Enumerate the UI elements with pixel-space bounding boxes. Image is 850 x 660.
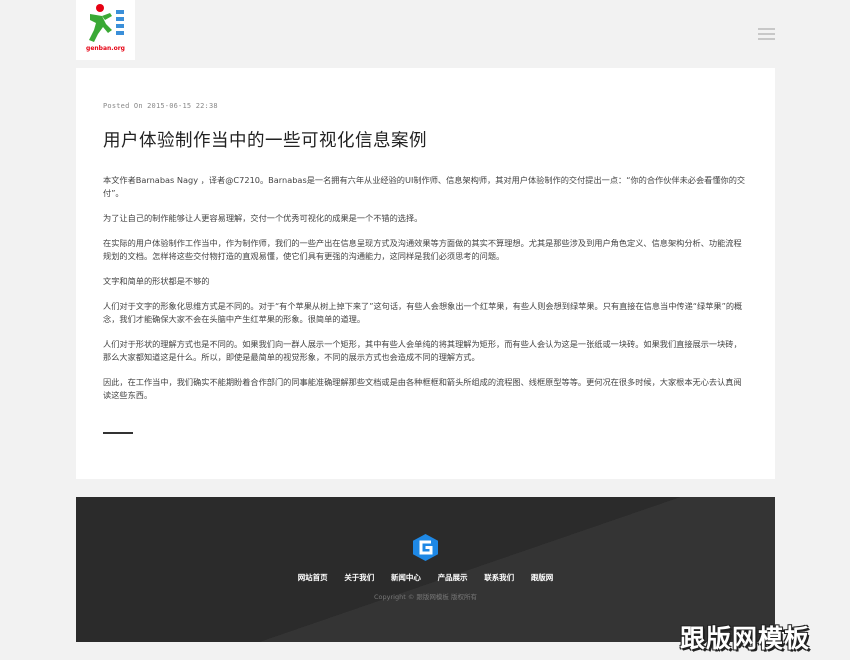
footer-link-home[interactable]: 网站首页 xyxy=(298,573,328,582)
footer-link-genban[interactable]: 跟版网 xyxy=(531,573,554,582)
site-logo[interactable]: genban.org xyxy=(76,0,135,60)
footer-nav: 网站首页 关于我们 新闻中心 产品展示 联系我们 跟版网 xyxy=(76,572,775,583)
article-end-divider xyxy=(103,432,133,434)
article-paragraph: 为了让自己的制作能够让人更容易理解，交付一个优秀可视化的成果是一个不错的选择。 xyxy=(103,213,423,223)
page-title: 用户体验制作当中的一些可视化信息案例 xyxy=(103,131,427,151)
hamburger-menu-icon[interactable] xyxy=(758,28,775,40)
running-man-logo xyxy=(89,4,124,42)
footer-link-contact[interactable]: 联系我们 xyxy=(484,573,514,582)
article-paragraph: 因此，在工作当中，我们确实不能期盼着合作部门的同事能准确理解那些文档或是由各种框… xyxy=(103,377,742,400)
footer-link-products[interactable]: 产品展示 xyxy=(438,573,468,582)
logo-text: genban.org xyxy=(86,45,125,52)
site-footer: 网站首页 关于我们 新闻中心 产品展示 联系我们 跟版网 Copyright ©… xyxy=(76,497,775,642)
article-paragraph: 人们对于文字的形象化思维方式是不同的。对于“有个苹果从树上掉下来了”这句话，有些… xyxy=(103,301,743,324)
footer-link-news[interactable]: 新闻中心 xyxy=(391,573,421,582)
footer-link-about[interactable]: 关于我们 xyxy=(344,573,374,582)
article-body: 本文作者Barnabas Nagy ，译者@C7210。Barnabas是一名拥… xyxy=(103,174,748,402)
article-paragraph: 本文作者Barnabas Nagy ，译者@C7210。Barnabas是一名拥… xyxy=(103,175,746,198)
article-card: Posted On 2015-06-15 22:38 用户体验制作当中的一些可视… xyxy=(76,68,775,479)
post-date: Posted On 2015-06-15 22:38 xyxy=(103,102,218,110)
article-paragraph: 人们对于形状的理解方式也是不同的。如果我们向一群人展示一个矩形，其中有些人会单纯… xyxy=(103,339,742,362)
watermark-text: 跟版网模板 xyxy=(680,624,811,653)
article-subheading: 文字和简单的形状都是不够的 xyxy=(103,276,210,286)
copyright-text: Copyright © 跟版网模板 版权所有 xyxy=(374,593,477,601)
article-paragraph: 在实际的用户体验制作工作当中，作为制作师，我们的一些产出在信息呈现方式及沟通效果… xyxy=(103,238,742,261)
hexagon-g-logo[interactable] xyxy=(413,534,438,561)
